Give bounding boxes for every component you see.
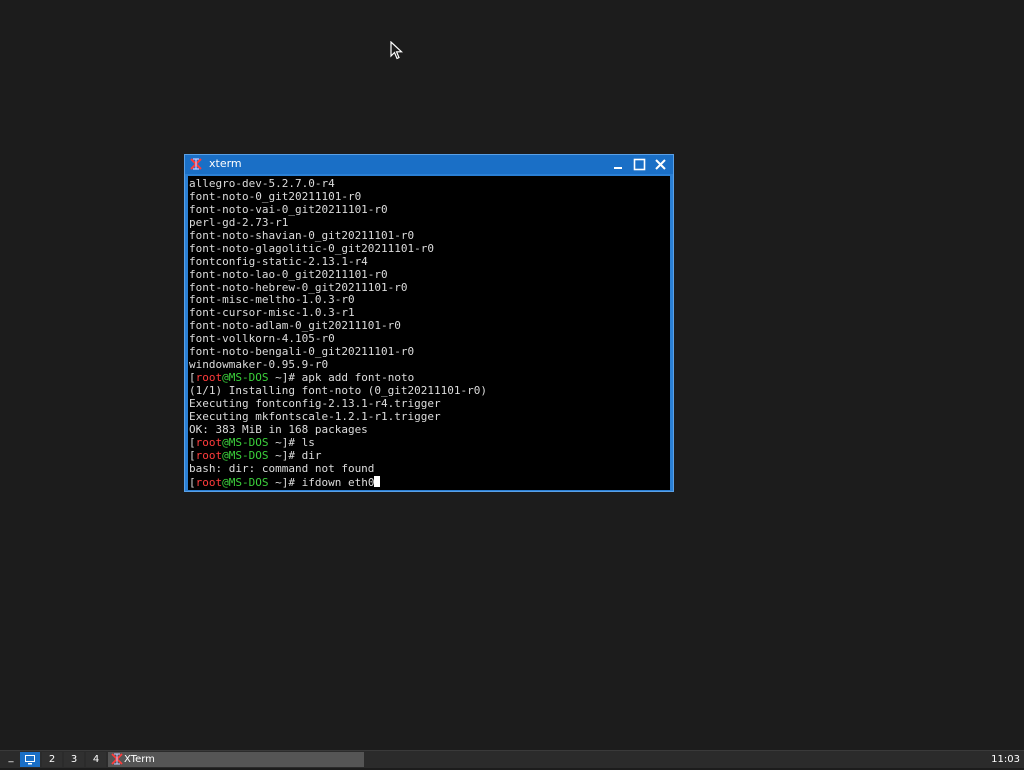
terminal-output-line: bash: dir: command not found [189, 461, 375, 475]
terminal-output-line: allegro-dev-5.2.7.0-r4 [189, 177, 335, 190]
prompt-user: root [195, 475, 223, 489]
workspace-1-button[interactable] [20, 752, 40, 767]
prompt-at: @ [222, 448, 229, 462]
prompt-bracket-close: ]# [281, 435, 302, 449]
command-text: apk add font-noto [301, 371, 415, 385]
prompt-bracket: [ [189, 475, 196, 489]
terminal-output-line: font-noto-vai-0_git20211101-r0 [189, 202, 388, 216]
prompt-user: root [195, 448, 223, 462]
terminal-prompt-line: [root@MS-DOS ~]# dir [189, 448, 670, 463]
xterm-icon [189, 157, 203, 171]
taskbar-task-xterm[interactable]: XTerm [108, 752, 364, 767]
terminal-output-line: Executing fontconfig-2.13.1-r4.trigger [189, 396, 441, 410]
prompt-bracket: [ [189, 448, 196, 462]
minimize-icon [614, 167, 622, 169]
prompt-at: @ [222, 371, 229, 385]
terminal-output-line: Executing mkfontscale-1.2.1-r1.trigger [189, 409, 441, 423]
prompt-user: root [195, 371, 223, 385]
clock: 11:03 [991, 754, 1020, 765]
close-icon [655, 159, 666, 170]
command-text: ifdown eth0 [301, 475, 375, 489]
terminal-output-line: font-noto-0_git20211101-r0 [189, 189, 362, 203]
command-text: dir [301, 448, 322, 462]
maximize-icon [633, 158, 646, 171]
terminal-output-line: fontconfig-static-2.13.1-r4 [189, 254, 368, 268]
prompt-at: @ [222, 475, 229, 489]
prompt-path: ~ [275, 448, 282, 462]
prompt-path: ~ [275, 475, 282, 489]
prompt-bracket-close: ]# [281, 448, 302, 462]
workspace-2-button[interactable]: 2 [42, 752, 62, 767]
prompt-bracket: [ [189, 435, 196, 449]
taskbar-task-label: XTerm [124, 754, 155, 765]
prompt-path: ~ [275, 435, 282, 449]
prompt-user: root [195, 435, 223, 449]
terminal-output-line: font-noto-glagolitic-0_git20211101-r0 [189, 241, 435, 255]
prompt-bracket: [ [189, 371, 196, 385]
maximize-button[interactable] [632, 157, 647, 172]
taskbar-menu-button[interactable]: _ [4, 752, 18, 767]
desktop[interactable]: xterm allegro-dev-5.2.7.0-r4 font-noto-0_… [0, 0, 1024, 750]
window-titlebar[interactable]: xterm [185, 155, 673, 174]
prompt-path: ~ [275, 371, 282, 385]
terminal-output-line: font-noto-lao-0_git20211101-r0 [189, 267, 388, 281]
workspace-3-button[interactable]: 3 [64, 752, 84, 767]
window-title: xterm [209, 157, 242, 170]
prompt-host: MS-DOS [228, 475, 269, 489]
terminal-output-line: (1/1) Installing font-noto (0_git2021110… [189, 384, 488, 397]
mouse-pointer-icon [390, 41, 404, 60]
prompt-host: MS-DOS [228, 435, 269, 449]
prompt-host: MS-DOS [228, 448, 269, 462]
terminal-prompt-line: [root@MS-DOS ~]# ifdown eth0 [189, 475, 670, 489]
prompt-bracket-close: ]# [281, 371, 302, 385]
text-cursor [374, 475, 381, 487]
terminal-output[interactable]: allegro-dev-5.2.7.0-r4 font-noto-0_git202… [188, 176, 670, 490]
prompt-at: @ [222, 435, 229, 449]
command-text: ls [301, 435, 315, 449]
close-button[interactable] [653, 157, 668, 172]
xterm-window[interactable]: xterm allegro-dev-5.2.7.0-r4 font-noto-0_… [184, 154, 674, 492]
terminal-output-line: perl-gd-2.73-r1 [189, 215, 289, 229]
prompt-bracket-close: ]# [281, 475, 302, 489]
minimize-button[interactable] [611, 157, 626, 172]
xterm-icon [111, 753, 123, 765]
terminal-output-line: font-noto-shavian-0_git20211101-r0 [189, 228, 415, 242]
desktop-icon [25, 755, 35, 765]
taskbar: _ 2 3 4 XTerm 11:03 [0, 750, 1024, 768]
prompt-host: MS-DOS [228, 371, 269, 385]
workspace-4-button[interactable]: 4 [86, 752, 106, 767]
